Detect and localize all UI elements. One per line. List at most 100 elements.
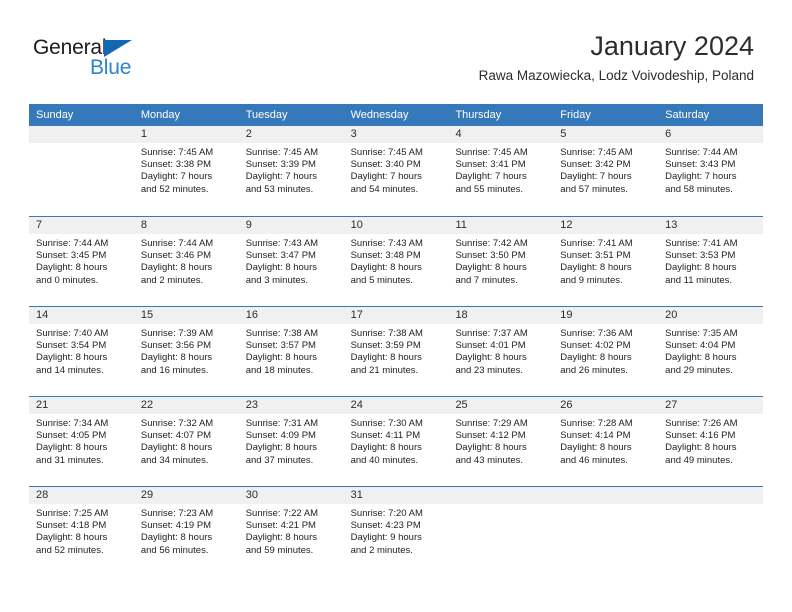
calendar-day-cell[interactable]: 20 Sunrise: 7:35 AM Sunset: 4:04 PM Dayligh… bbox=[658, 307, 764, 396]
day-detail-line: Daylight: 7 hours bbox=[560, 171, 632, 183]
day-detail-line: Sunset: 3:56 PM bbox=[140, 340, 212, 352]
calendar-day-cell[interactable]: 21 Sunrise: 7:34 AM Sunset: 4:05 PM Dayligh… bbox=[29, 397, 134, 486]
day-detail-line: and 3 minutes. bbox=[245, 274, 309, 286]
calendar-day-cell[interactable]: 16 Sunrise: 7:38 AM Sunset: 3:57 PM Dayligh… bbox=[238, 307, 344, 396]
day-detail-line: Sunrise: 7:45 AM bbox=[350, 147, 423, 158]
calendar-day-cell[interactable]: 24 Sunrise: 7:30 AM Sunset: 4:11 PM Dayligh… bbox=[343, 397, 449, 486]
calendar-day-cell[interactable]: 11 Sunrise: 7:42 AM Sunset: 3:50 PM Dayligh… bbox=[448, 217, 554, 306]
day-detail-line: and 52 minutes. bbox=[36, 544, 104, 556]
day-detail-line: Sunset: 3:51 PM bbox=[560, 250, 631, 262]
day-detail-line: and 31 minutes. bbox=[36, 454, 104, 466]
day-detail-line: Daylight: 7 hours bbox=[350, 171, 422, 183]
day-details bbox=[29, 143, 134, 147]
calendar-day-cell[interactable]: 12 Sunrise: 7:41 AM Sunset: 3:51 PM Dayligh… bbox=[553, 217, 659, 306]
day-number: 9 bbox=[238, 217, 344, 234]
day-detail-line: and 46 minutes. bbox=[560, 454, 628, 466]
logo-text-blue: Blue bbox=[90, 56, 132, 79]
day-detail-line: Sunrise: 7:26 AM bbox=[665, 418, 738, 429]
day-details: Sunrise: 7:23 AM Sunset: 4:19 PM Daylight:… bbox=[134, 504, 239, 557]
calendar-day-cell[interactable]: 29 Sunrise: 7:23 AM Sunset: 4:19 PM Dayligh… bbox=[133, 487, 239, 576]
calendar-day-cell[interactable]: 23 Sunrise: 7:31 AM Sunset: 4:09 PM Dayligh… bbox=[238, 397, 344, 486]
day-detail-line: Sunrise: 7:22 AM bbox=[245, 508, 319, 519]
day-number: 17 bbox=[343, 307, 449, 324]
day-detail-line: Sunrise: 7:34 AM bbox=[36, 418, 109, 429]
day-detail-line: and 53 minutes. bbox=[245, 183, 314, 195]
day-number: 26 bbox=[553, 397, 659, 414]
day-detail-line: and 26 minutes. bbox=[560, 364, 628, 376]
day-number: 13 bbox=[658, 217, 764, 234]
day-detail-line: Daylight: 8 hours bbox=[36, 262, 108, 274]
day-number bbox=[448, 487, 554, 504]
day-detail-line: Sunset: 3:59 PM bbox=[350, 340, 421, 352]
day-detail-line: Daylight: 7 hours bbox=[245, 171, 318, 183]
calendar-day-cell[interactable]: 26 Sunrise: 7:28 AM Sunset: 4:14 PM Dayligh… bbox=[553, 397, 659, 486]
day-details: Sunrise: 7:45 AM Sunset: 3:42 PM Daylight:… bbox=[553, 143, 658, 196]
day-detail-line: Daylight: 8 hours bbox=[350, 442, 422, 454]
day-detail-line: Daylight: 8 hours bbox=[350, 352, 422, 364]
day-detail-line: Sunrise: 7:31 AM bbox=[245, 418, 319, 429]
calendar-day-cell-empty bbox=[658, 487, 764, 576]
calendar-day-cell[interactable]: 17 Sunrise: 7:38 AM Sunset: 3:59 PM Dayligh… bbox=[343, 307, 449, 396]
day-detail-line: Daylight: 8 hours bbox=[665, 442, 737, 454]
day-detail-line: Daylight: 8 hours bbox=[245, 352, 318, 364]
day-details: Sunrise: 7:25 AM Sunset: 4:18 PM Daylight:… bbox=[29, 504, 134, 557]
day-detail-line: Daylight: 8 hours bbox=[140, 442, 213, 454]
calendar-day-cell[interactable]: 3 Sunrise: 7:45 AM Sunset: 3:40 PM Daylight… bbox=[343, 126, 449, 216]
weekday-header-row: Sunday Monday Tuesday Wednesday Thursday Frid… bbox=[29, 104, 763, 126]
calendar-day-cell[interactable]: 27 Sunrise: 7:26 AM Sunset: 4:16 PM Dayligh… bbox=[658, 397, 764, 486]
calendar-day-cell[interactable]: 25 Sunrise: 7:29 AM Sunset: 4:12 PM Dayligh… bbox=[448, 397, 554, 486]
day-detail-line: Sunrise: 7:45 AM bbox=[140, 147, 214, 158]
calendar-day-cell[interactable]: 31 Sunrise: 7:20 AM Sunset: 4:23 PM Dayligh… bbox=[343, 487, 449, 576]
day-number: 4 bbox=[448, 126, 554, 143]
calendar-day-cell[interactable]: 15 Sunrise: 7:39 AM Sunset: 3:56 PM Dayligh… bbox=[133, 307, 239, 396]
day-details: Sunrise: 7:30 AM Sunset: 4:11 PM Daylight:… bbox=[344, 414, 449, 467]
day-detail-line: Sunset: 3:43 PM bbox=[665, 159, 736, 171]
day-detail-line: Daylight: 8 hours bbox=[455, 442, 527, 454]
day-detail-line: and 14 minutes. bbox=[36, 364, 104, 376]
day-number: 7 bbox=[29, 217, 134, 234]
calendar-day-cell[interactable]: 30 Sunrise: 7:22 AM Sunset: 4:21 PM Dayligh… bbox=[238, 487, 344, 576]
day-details: Sunrise: 7:38 AM Sunset: 3:59 PM Daylight:… bbox=[344, 324, 449, 377]
calendar-day-cell[interactable]: 8 Sunrise: 7:44 AM Sunset: 3:46 PM Daylight… bbox=[133, 217, 239, 306]
day-number: 10 bbox=[343, 217, 449, 234]
day-detail-line: and 29 minutes. bbox=[665, 364, 733, 376]
day-details: Sunrise: 7:44 AM Sunset: 3:43 PM Daylight:… bbox=[658, 143, 763, 196]
calendar-day-cell[interactable]: 9 Sunrise: 7:43 AM Sunset: 3:47 PM Daylight… bbox=[238, 217, 344, 306]
calendar-day-cell[interactable]: 1 Sunrise: 7:45 AM Sunset: 3:38 PM Daylight… bbox=[133, 126, 239, 216]
day-detail-line: and 21 minutes. bbox=[350, 364, 419, 376]
day-details: Sunrise: 7:41 AM Sunset: 3:51 PM Daylight:… bbox=[553, 234, 658, 287]
calendar-day-cell[interactable]: 13 Sunrise: 7:41 AM Sunset: 3:53 PM Dayligh… bbox=[658, 217, 764, 306]
day-detail-line: Sunrise: 7:41 AM bbox=[560, 238, 633, 249]
day-detail-line: Sunset: 4:05 PM bbox=[36, 430, 107, 442]
calendar-day-cell[interactable]: 5 Sunrise: 7:45 AM Sunset: 3:42 PM Daylight… bbox=[553, 126, 659, 216]
calendar-day-cell[interactable]: 6 Sunrise: 7:44 AM Sunset: 3:43 PM Daylight… bbox=[658, 126, 764, 216]
day-detail-line: Sunset: 4:16 PM bbox=[665, 430, 736, 442]
day-detail-line: Sunrise: 7:44 AM bbox=[36, 238, 109, 249]
day-detail-line: and 40 minutes. bbox=[350, 454, 419, 466]
calendar-day-cell[interactable]: 14 Sunrise: 7:40 AM Sunset: 3:54 PM Dayligh… bbox=[29, 307, 134, 396]
day-detail-line: Sunset: 4:09 PM bbox=[245, 430, 316, 442]
day-detail-line: Sunset: 3:50 PM bbox=[455, 250, 526, 262]
calendar-day-cell[interactable]: 10 Sunrise: 7:43 AM Sunset: 3:48 PM Dayligh… bbox=[343, 217, 449, 306]
day-detail-line: Daylight: 9 hours bbox=[350, 532, 422, 544]
calendar-day-cell[interactable]: 2 Sunrise: 7:45 AM Sunset: 3:39 PM Daylight… bbox=[238, 126, 344, 216]
day-details: Sunrise: 7:43 AM Sunset: 3:47 PM Daylight:… bbox=[239, 234, 344, 287]
day-detail-line: Sunrise: 7:45 AM bbox=[245, 147, 319, 158]
general-blue-logo[interactable]: General Blue bbox=[33, 36, 233, 86]
day-detail-line: Daylight: 8 hours bbox=[245, 262, 318, 274]
calendar-day-cell[interactable]: 19 Sunrise: 7:36 AM Sunset: 4:02 PM Dayligh… bbox=[553, 307, 659, 396]
weekday-header-wednesday: Wednesday bbox=[350, 109, 409, 121]
day-detail-line: and 57 minutes. bbox=[560, 183, 628, 195]
day-number: 29 bbox=[133, 487, 239, 504]
calendar-day-cell[interactable]: 4 Sunrise: 7:45 AM Sunset: 3:41 PM Daylight… bbox=[448, 126, 554, 216]
calendar-day-cell[interactable]: 7 Sunrise: 7:44 AM Sunset: 3:45 PM Daylight… bbox=[29, 217, 134, 306]
calendar-day-cell[interactable]: 22 Sunrise: 7:32 AM Sunset: 4:07 PM Dayligh… bbox=[133, 397, 239, 486]
day-detail-line: and 34 minutes. bbox=[140, 454, 209, 466]
day-number: 2 bbox=[238, 126, 344, 143]
calendar-day-cell[interactable]: 18 Sunrise: 7:37 AM Sunset: 4:01 PM Dayligh… bbox=[448, 307, 554, 396]
calendar-day-cell[interactable]: 28 Sunrise: 7:25 AM Sunset: 4:18 PM Dayligh… bbox=[29, 487, 134, 576]
day-detail-line: Sunset: 4:11 PM bbox=[350, 430, 421, 442]
day-details: Sunrise: 7:44 AM Sunset: 3:46 PM Daylight:… bbox=[134, 234, 239, 287]
day-detail-line: and 16 minutes. bbox=[140, 364, 209, 376]
day-detail-line: Sunrise: 7:43 AM bbox=[245, 238, 319, 249]
